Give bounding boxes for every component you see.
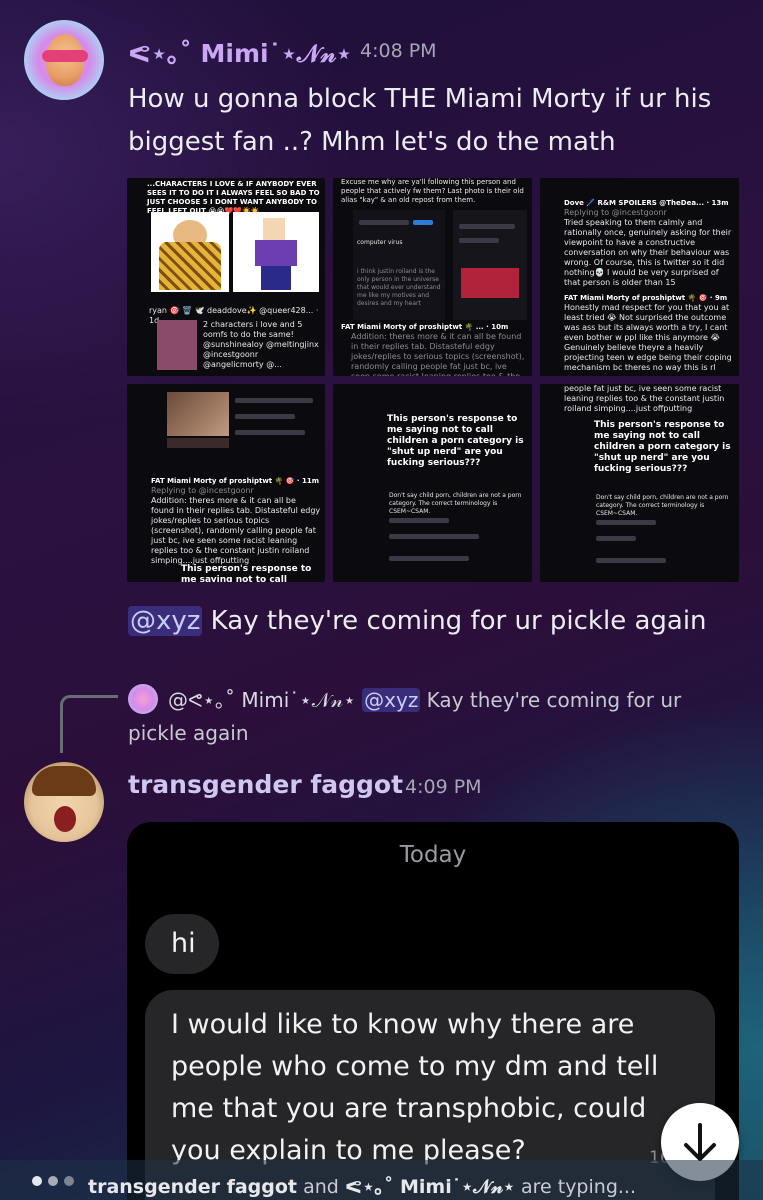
- timestamp: 4:09 PM: [405, 776, 482, 798]
- tweet-reply-to: Replying to @incestgoonr: [564, 208, 667, 217]
- author-name[interactable]: transgender faggot: [128, 770, 403, 799]
- tweet-body: 2 characters i love and 5 oomfs to do th…: [203, 320, 319, 369]
- image-attachment[interactable]: FAT Miami Morty of proshiptwt 🌴 🎯 · 11m …: [127, 384, 325, 582]
- quote-text: This person's response to me saying not …: [387, 414, 524, 468]
- author-name[interactable]: ᕙ⋆｡˚ Mimi˙⋆𝒩𝓃⋆: [128, 34, 352, 70]
- user-mention[interactable]: @xyz: [362, 688, 421, 712]
- tweet-body: Tried speaking to them calmly and ration…: [564, 218, 732, 287]
- image-attachment[interactable]: Today hi I would like to know why there …: [127, 822, 739, 1200]
- image-attachment[interactable]: Excuse me why are ya'll following this p…: [333, 178, 532, 376]
- pixel-art-drawing: [233, 212, 319, 292]
- typing-user: ᕙ⋆｡˚ Mimi˙⋆𝒩𝓃⋆: [344, 1176, 515, 1198]
- avatar-hair: [32, 766, 96, 796]
- embedded-text: computer virus: [357, 239, 403, 246]
- timestamp: 4:08 PM: [360, 40, 437, 62]
- embedded-screenshot-left: computer virus i think justin roiland is…: [353, 210, 445, 320]
- typing-user: transgender faggot: [88, 1176, 298, 1198]
- image-attachment[interactable]: This person's response to me saying not …: [333, 384, 532, 582]
- character-drawing: [151, 212, 229, 292]
- reply-author: @ᕙ⋆｡˚ Mimi˙⋆𝒩𝓃⋆: [168, 688, 356, 712]
- avatar-mouth: [54, 806, 76, 832]
- avatar[interactable]: [24, 762, 104, 842]
- embedded-text: Don't say child porn, children are not a…: [389, 492, 522, 515]
- typing-dot: [64, 1176, 74, 1186]
- tile-header-text: Excuse me why are ya'll following this p…: [341, 178, 524, 204]
- typing-indicator: transgender faggot and ᕙ⋆｡˚ Mimi˙⋆𝒩𝓃⋆ ar…: [88, 1172, 636, 1199]
- media-thumb: [167, 438, 229, 448]
- tweet-body: people fat just bc, ive seen some racist…: [564, 384, 725, 413]
- embedded-text: Don't say child porn, children are not a…: [596, 494, 729, 517]
- embedded-screenshot-right: [453, 210, 527, 320]
- avatar[interactable]: [24, 20, 104, 100]
- tweet-body: Addition: theres more & it can all be fo…: [151, 496, 321, 565]
- reply-preview[interactable]: @ᕙ⋆｡˚ Mimi˙⋆𝒩𝓃⋆ @xyz Kay they're coming …: [128, 684, 738, 750]
- typing-dot: [48, 1176, 58, 1186]
- avatar-glasses: [42, 50, 88, 62]
- tile-header-text: ...CHARACTERS I LOVE & IF ANYBODY EVER S…: [147, 180, 320, 215]
- image-attachment[interactable]: Dove 🖊️ R&M SPOILERS @TheDea... · 13m Re…: [540, 178, 739, 376]
- message-text: @xyz Kay they're coming for ur pickle ag…: [128, 600, 748, 643]
- quote-text: This person's response to me saying not …: [594, 420, 731, 474]
- media-thumb: [157, 320, 197, 370]
- typing-dot: [32, 1176, 42, 1186]
- quote-text: This person's response to me saying not …: [181, 564, 312, 582]
- chat-bubble: hi: [145, 914, 219, 974]
- tweet-body: Addition: theres more & it can all be fo…: [351, 332, 525, 376]
- message-body: Kay they're coming for ur pickle again: [202, 606, 707, 636]
- date-divider: Today: [399, 842, 467, 868]
- chat-bubble-text: I would like to know why there are peopl…: [171, 1009, 659, 1166]
- image-attachment[interactable]: ...CHARACTERS I LOVE & IF ANYBODY EVER S…: [127, 178, 325, 376]
- media-thumb: [167, 392, 229, 436]
- tweet-body: Honestly mad respect for you that you at…: [564, 303, 732, 372]
- reply-avatar: [128, 684, 158, 714]
- user-mention[interactable]: @xyz: [128, 606, 203, 636]
- typing-joiner: and: [297, 1176, 345, 1198]
- message-text: How u gonna block THE Miami Morty if ur …: [128, 84, 712, 157]
- tweet-reply-to: Replying to @incestgoonr: [151, 486, 254, 495]
- image-attachment[interactable]: people fat just bc, ive seen some racist…: [540, 384, 739, 582]
- typing-suffix: are typing...: [514, 1176, 636, 1198]
- reply-connector: [60, 695, 118, 753]
- embedded-text: i think justin roiland is the only perso…: [357, 268, 441, 307]
